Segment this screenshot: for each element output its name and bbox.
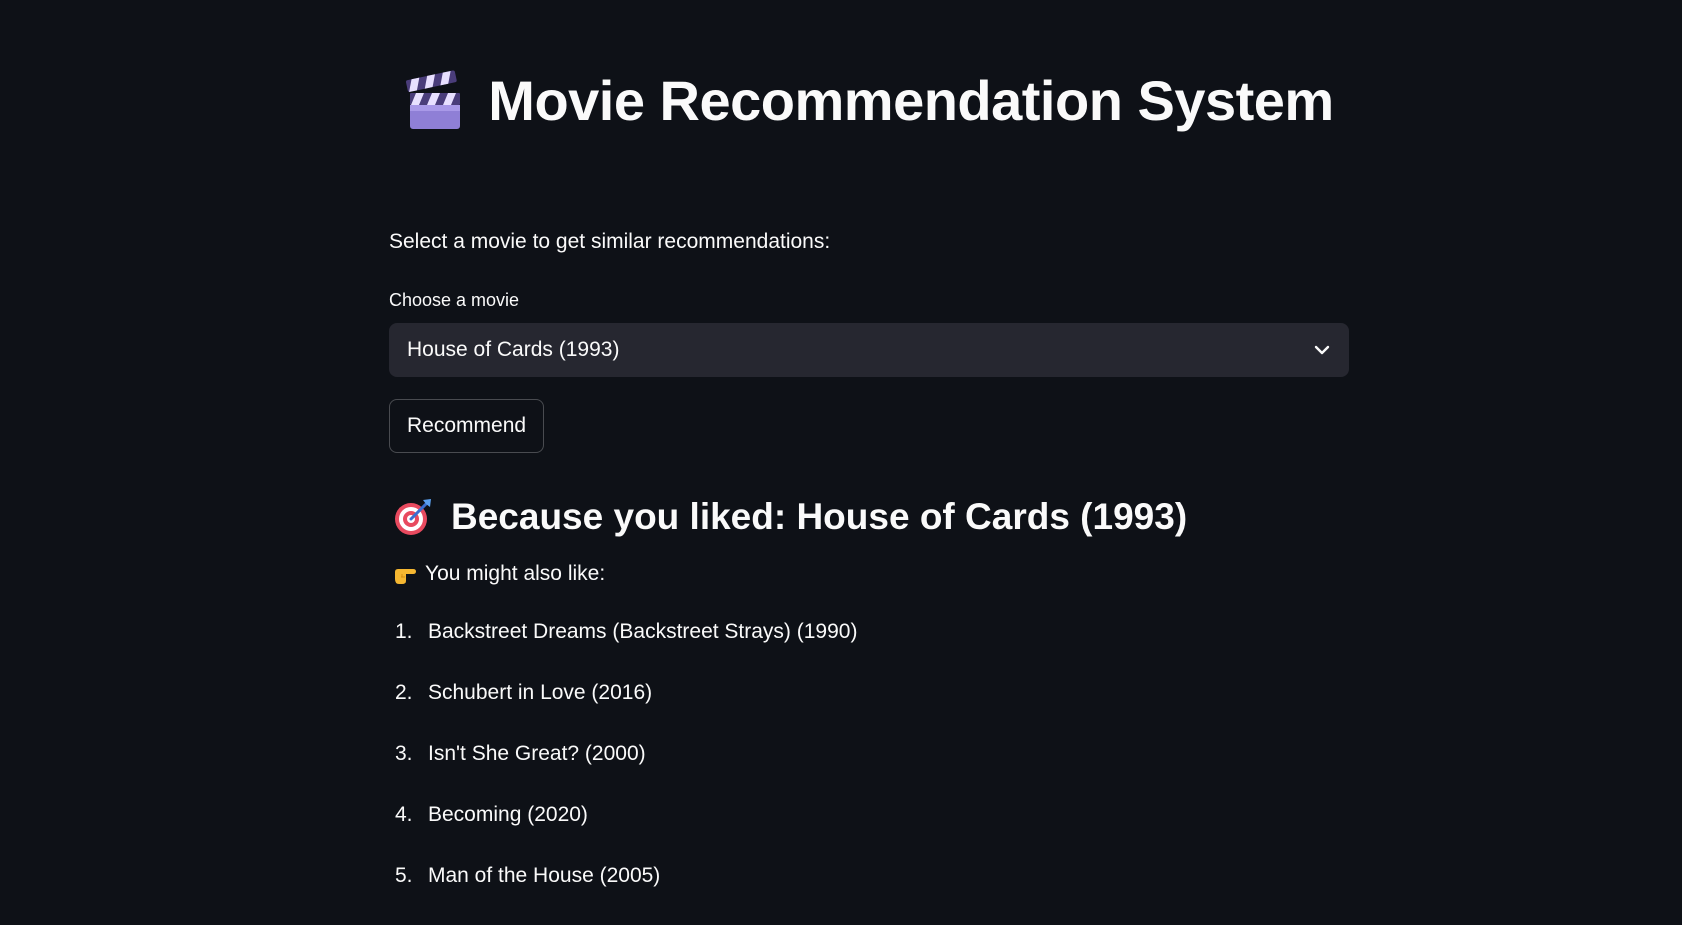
results-heading-row: Because you liked: House of Cards (1993) <box>393 492 1187 542</box>
list-item: 2. Schubert in Love (2016) <box>389 681 857 742</box>
list-item-title: Backstreet Dreams (Backstreet Strays) (1… <box>428 620 858 643</box>
recommendation-list: 1. Backstreet Dreams (Backstreet Strays)… <box>389 620 857 925</box>
list-item: 4. Becoming (2020) <box>389 803 857 864</box>
list-item-number: 4. <box>395 803 413 826</box>
select-value: House of Cards (1993) <box>407 338 620 361</box>
list-item-number: 3. <box>395 742 413 765</box>
movie-select[interactable]: House of Cards (1993) <box>389 323 1349 377</box>
list-item: 1. Backstreet Dreams (Backstreet Strays)… <box>389 620 857 681</box>
intro-text: Select a movie to get similar recommenda… <box>389 230 831 253</box>
list-item-number: 2. <box>395 681 413 704</box>
title-row: Movie Recommendation System <box>389 60 1349 140</box>
also-like-row: You might also like: <box>393 562 605 586</box>
list-item: 5. Man of the House (2005) <box>389 864 857 925</box>
pointing-hand-icon <box>393 563 417 585</box>
list-item-title: Isn't She Great? (2000) <box>428 742 646 765</box>
list-item-title: Man of the House (2005) <box>428 864 661 887</box>
select-label: Choose a movie <box>389 290 520 310</box>
list-item-number: 5. <box>395 864 413 887</box>
list-item-number: 1. <box>395 620 413 643</box>
results-heading: Because you liked: House of Cards (1993) <box>451 496 1188 537</box>
target-icon <box>393 497 433 537</box>
page-title: Movie Recommendation System <box>488 68 1334 132</box>
recommend-button[interactable]: Recommend <box>389 399 545 453</box>
also-like-text: You might also like: <box>425 562 606 585</box>
clapper-board-icon <box>404 69 462 131</box>
list-item-title: Schubert in Love (2016) <box>428 681 653 704</box>
list-item-title: Becoming (2020) <box>428 803 588 826</box>
chevron-down-icon <box>1313 341 1331 359</box>
list-item: 3. Isn't She Great? (2000) <box>389 742 857 803</box>
